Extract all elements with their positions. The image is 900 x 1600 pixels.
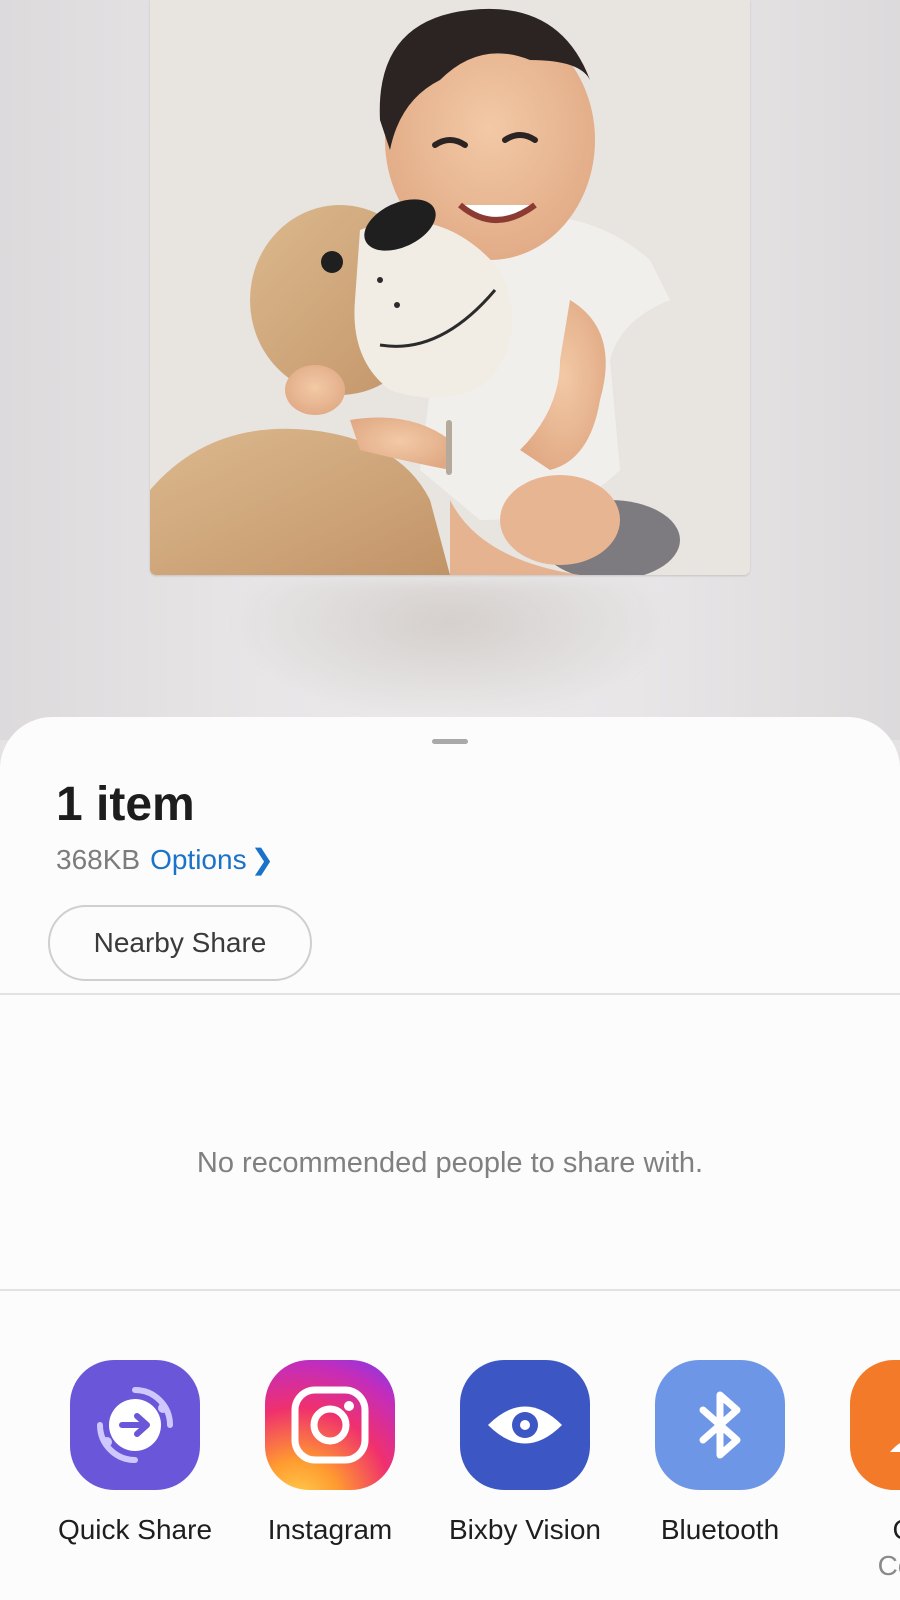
share-bottom-sheet: 1 item 368KB Options ❯ Nearby Share No rec…: [0, 717, 900, 1600]
app-label: Quick Share: [57, 1514, 213, 1545]
photo-reflection: [230, 580, 670, 720]
app-instagram[interactable]: Instagram: [235, 1360, 425, 1546]
divider: [0, 993, 900, 995]
chevron-right-icon[interactable]: ❯: [251, 844, 274, 875]
bluetooth-icon: [655, 1360, 785, 1490]
app-label: Instagram: [267, 1514, 393, 1545]
app-quick-share[interactable]: Quick Share: [40, 1360, 230, 1546]
photo-illustration: [150, 0, 750, 575]
app-sublabel: Conta: [877, 1550, 900, 1581]
options-link[interactable]: Options: [150, 844, 247, 875]
drag-handle[interactable]: [432, 739, 468, 744]
no-recommendations-message: No recommended people to share with.: [196, 1147, 704, 1179]
share-apps-row: Quick Share Instagram Bixby Vision Bluet…: [0, 1360, 900, 1600]
app-bixby-vision[interactable]: Bixby Vision: [430, 1360, 620, 1546]
app-contacts[interactable]: Cor Conta: [820, 1360, 900, 1582]
quick-share-icon: [70, 1360, 200, 1490]
instagram-icon: [265, 1360, 395, 1490]
app-bluetooth[interactable]: Bluetooth: [625, 1360, 815, 1546]
eye-icon: [460, 1360, 590, 1490]
item-count-title: 1 item: [56, 778, 195, 831]
shared-photo-preview: [150, 0, 750, 575]
contacts-icon: [850, 1360, 900, 1490]
app-label: Bluetooth: [660, 1514, 780, 1545]
nearby-share-button[interactable]: Nearby Share: [48, 905, 312, 981]
item-meta: 368KB Options ❯: [56, 843, 274, 876]
divider: [0, 1289, 900, 1291]
app-label: Cor: [820, 1514, 900, 1546]
app-label: Bixby Vision: [448, 1514, 601, 1545]
file-size: 368KB: [56, 844, 141, 875]
